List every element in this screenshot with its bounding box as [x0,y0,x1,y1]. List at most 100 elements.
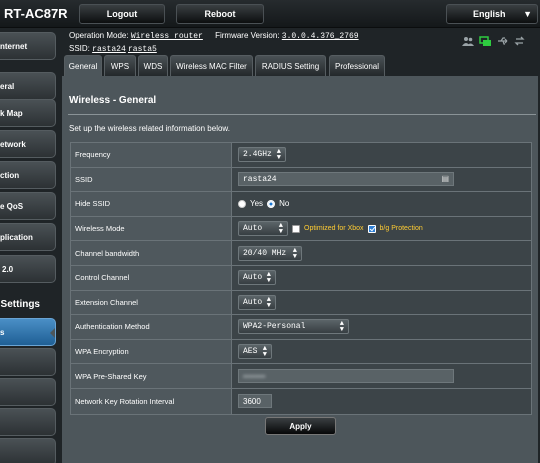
ssid-value: rasta24 [243,174,277,184]
left-menu: nternet eral k Map etwork ction e QoS pl… [0,28,58,463]
op-mode-link[interactable]: Wireless router [131,32,203,41]
hide-ssid-label: Hide SSID [71,192,232,216]
ssid-link-24[interactable]: rasta24 [92,45,126,54]
menu-item-next-2[interactable] [0,378,56,406]
menu-label: 2.0 [2,264,14,274]
apply-button[interactable]: Apply [265,417,336,435]
menu-label: e QoS [0,201,24,211]
menu-item-network-map[interactable]: k Map [0,99,56,127]
network-connected-icon[interactable] [479,36,492,47]
form-row-channel-bandwidth: Channel bandwidth 20/40 MHz ▲ ▼ [71,241,531,266]
wireless-mode-select[interactable]: Auto ▲ ▼ [238,221,288,237]
tab-wds[interactable]: WDS [138,55,168,76]
op-mode-label: Operation Mode: [69,31,129,40]
form-row-auth-method: Authentication Method WPA2-Personal ▲ ▼ [71,315,531,340]
extension-channel-value: Auto [243,297,263,307]
bg-protection-checkbox[interactable] [367,224,376,233]
form-row-wpa-encryption: WPA Encryption AES ▲ ▼ [71,339,531,365]
menu-item-guest-network[interactable]: etwork [0,130,56,158]
page-title: Wireless - General [69,95,157,106]
key-rotation-input[interactable]: 3600 [238,394,272,409]
auth-method-select[interactable]: WPA2-Personal ▲ ▼ [238,319,349,335]
logout-button[interactable]: Logout [79,4,165,24]
tab-wps[interactable]: WPS [104,55,136,76]
form-row-wireless-mode: Wireless Mode Auto ▲ ▼ Optimized for Xbox … [71,216,531,242]
usb-icon[interactable] [497,36,509,46]
updown-icon: ▲ ▼ [266,271,271,286]
tab-professional[interactable]: Professional [329,55,385,76]
menu-item-next-4[interactable] [0,438,56,463]
menu-label: k Map [0,108,23,118]
updown-icon: ▲ ▼ [278,222,283,237]
form-row-ssid: SSID rasta24 ▤ [71,167,531,193]
keyboard-icon: ▤ [441,175,449,185]
ssid-input[interactable]: rasta24 ▤ [238,172,454,187]
ssid-field-label: SSID [71,167,232,192]
bg-protection-label: b/g Protection [379,225,423,233]
menu-item-next-3[interactable] [0,408,56,436]
menu-item-aiprotection[interactable]: ction [0,161,56,189]
hide-ssid-no-radio[interactable] [267,199,276,208]
updown-icon: ▲ ▼ [262,345,267,360]
wpa-key-value: •••••••• [243,371,266,381]
updown-icon: ▲ ▼ [276,148,281,163]
form-row-frequency: Frequency 2.4GHz ▲ ▼ [71,143,531,168]
menu-item-aicloud[interactable]: 2.0 [0,255,56,283]
top-bar: RT-AC87R Logout Reboot English ▼ [0,0,540,28]
language-select[interactable]: English ▼ [446,4,538,24]
page-description: Set up the wireless related information … [69,124,230,133]
menu-item-wireless[interactable]: s [0,318,56,346]
auth-method-label: Authentication Method [71,315,232,339]
menu-label: etwork [0,139,26,149]
wpa-key-label: WPA Pre-Shared Key [71,364,232,388]
menu-label: ction [0,170,20,180]
form-row-extension-channel: Extension Channel Auto ▲ ▼ [71,290,531,316]
wpa-encryption-value: AES [243,347,258,357]
content-panel: Wireless - General Set up the wireless r… [62,76,538,463]
sync-icon[interactable] [514,36,525,46]
firmware-link[interactable]: 3.0.0.4.376_2769 [282,32,359,41]
channel-bandwidth-select[interactable]: 20/40 MHz ▲ ▼ [238,245,302,261]
firmware-label: Firmware Version: [215,31,280,40]
wpa-encryption-select[interactable]: AES ▲ ▼ [238,344,272,360]
status-icons [462,36,525,47]
extension-channel-label: Extension Channel [71,290,232,315]
frequency-select[interactable]: 2.4GHz ▲ ▼ [238,147,286,163]
key-rotation-label: Network Key Rotation Interval [71,388,232,414]
router-model: RT-AC87R [4,6,68,21]
auth-method-value: WPA2-Personal [243,322,306,332]
ssid-link-5[interactable]: rasta5 [128,45,157,54]
title-divider [68,114,536,115]
menu-label: s [0,327,5,337]
menu-item-next-1[interactable] [0,348,56,376]
form-row-control-channel: Control Channel Auto ▲ ▼ [71,265,531,291]
extension-channel-select[interactable]: Auto ▲ ▼ [238,294,276,310]
frequency-label: Frequency [71,143,232,167]
tab-general[interactable]: General [64,55,102,77]
menu-label: nternet [0,41,28,51]
menu-label: eral [0,81,15,91]
control-channel-value: Auto [243,273,263,283]
menu-item-general[interactable]: eral [0,72,56,100]
key-rotation-value: 3600 [243,396,261,406]
hide-ssid-yes-radio[interactable] [238,199,246,208]
menu-item-internet[interactable]: nternet [0,32,56,60]
updown-icon: ▲ ▼ [292,246,297,261]
channel-bandwidth-label: Channel bandwidth [71,241,232,265]
reboot-button[interactable]: Reboot [176,4,264,24]
menu-label: plication [0,232,33,242]
users-icon[interactable] [462,36,474,46]
menu-item-adaptive-qos[interactable]: e QoS [0,192,56,220]
form-row-wpa-key: WPA Pre-Shared Key •••••••• [71,364,531,389]
tab-wireless-mac-filter[interactable]: Wireless MAC Filter [170,55,253,76]
status-info: Operation Mode: Wireless router Firmware… [69,30,359,56]
tab-radius-setting[interactable]: RADIUS Setting [255,55,326,76]
wireless-mode-value: Auto [243,224,263,234]
menu-item-usb-application[interactable]: plication [0,223,56,251]
xbox-checkbox[interactable] [292,224,300,233]
yes-label: Yes [250,199,264,209]
control-channel-select[interactable]: Auto ▲ ▼ [238,270,276,286]
no-label: No [279,199,290,209]
updown-icon: ▲ ▼ [339,320,344,335]
wpa-key-input[interactable]: •••••••• [238,369,454,384]
